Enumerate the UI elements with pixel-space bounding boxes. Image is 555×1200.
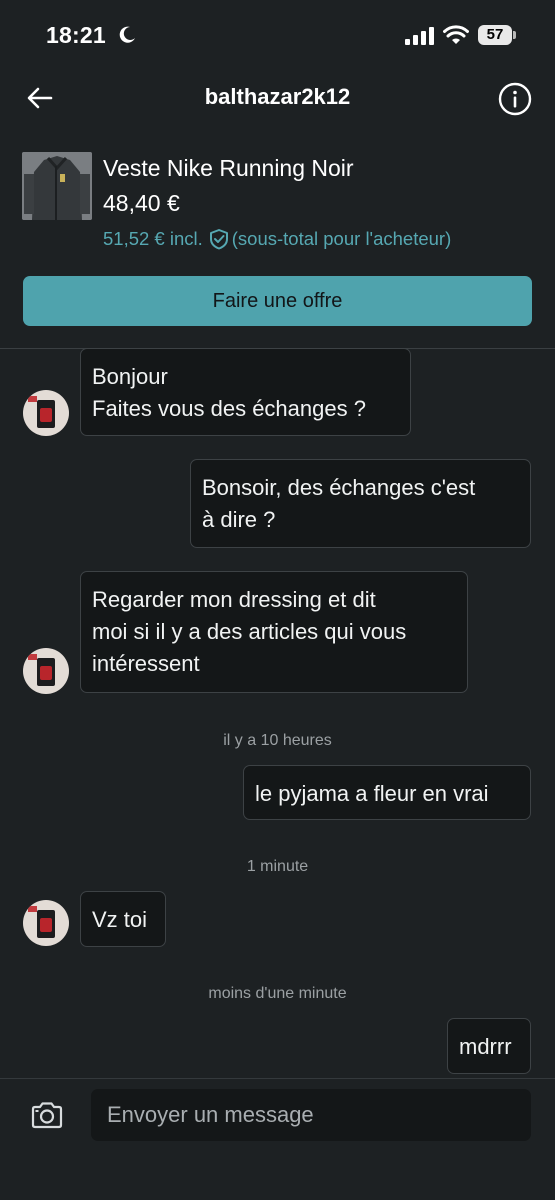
- message-text: Regarder mon dressing et dit: [92, 587, 376, 612]
- jacket-image: [22, 152, 92, 220]
- avatar-image: [23, 648, 69, 694]
- message-text: le pyjama a fleur en vrai: [255, 781, 489, 806]
- battery-icon: 57: [478, 25, 512, 45]
- message-text: Bonsoir, des échanges c'est: [202, 475, 476, 500]
- message-timestamp: il y a 10 heures: [223, 732, 332, 749]
- message-bubble-sent[interactable]: le pyjama a fleur en vrai: [243, 765, 531, 820]
- moon-icon: [119, 26, 135, 43]
- contact-avatar[interactable]: [23, 390, 69, 436]
- message-bubble-sent[interactable]: mdrrr: [447, 1018, 531, 1074]
- message-bubble-received[interactable]: Vz toi: [80, 891, 166, 947]
- shield-check-icon: [209, 229, 228, 250]
- wifi-icon: [443, 25, 469, 44]
- message-text: mdrrr: [459, 1034, 512, 1059]
- message-text: à dire ?: [202, 507, 276, 532]
- status-time: 18:21: [46, 22, 106, 48]
- price-incl: 51,52 € incl.: [103, 228, 203, 249]
- message-bubble-sent[interactable]: Bonsoir, des échanges c'est à dire ?: [190, 459, 531, 548]
- product-price: 48,40 €: [103, 190, 180, 216]
- message-timestamp: moins d'une minute: [208, 985, 347, 1002]
- message-text: moi si il y a des articles qui vous: [92, 619, 407, 644]
- avatar-image: [23, 390, 69, 436]
- make-offer-button[interactable]: Faire une offre: [23, 276, 532, 326]
- conversation-title: balthazar2k12: [204, 84, 351, 109]
- status-bar: 18:21 57: [0, 0, 555, 72]
- contact-avatar[interactable]: [23, 648, 69, 694]
- product-summary[interactable]: Veste Nike Running Noir 48,40 € 51,52 € …: [0, 140, 555, 260]
- composer-divider: [0, 1078, 555, 1079]
- buyer-price-row[interactable]: 51,52 € incl. (sous-total pour l'acheteu…: [103, 228, 451, 250]
- chat-header: balthazar2k12: [0, 72, 555, 124]
- message-timestamp: 1 minute: [246, 858, 309, 875]
- avatar-image: [23, 900, 69, 946]
- cellular-signal-icon: [405, 27, 434, 45]
- message-text: Vz toi: [92, 907, 148, 932]
- message-bubble-received[interactable]: Bonjour Faites vous des échanges ?: [80, 348, 411, 436]
- message-text: Faites vous des échanges ?: [92, 396, 366, 421]
- message-input[interactable]: [91, 1089, 531, 1141]
- product-title[interactable]: Veste Nike Running Noir: [103, 155, 354, 182]
- contact-avatar[interactable]: [23, 900, 69, 946]
- message-text: Bonjour: [92, 364, 168, 389]
- battery-tip: [513, 31, 516, 39]
- product-thumbnail[interactable]: [22, 152, 92, 220]
- price-incl-note: (sous-total pour l'acheteur): [231, 228, 452, 249]
- message-bubble-received[interactable]: Regarder mon dressing et dit moi si il y…: [80, 571, 468, 693]
- info-icon[interactable]: [498, 82, 532, 116]
- message-text: intéressent: [92, 651, 200, 676]
- camera-icon[interactable]: [30, 1100, 64, 1130]
